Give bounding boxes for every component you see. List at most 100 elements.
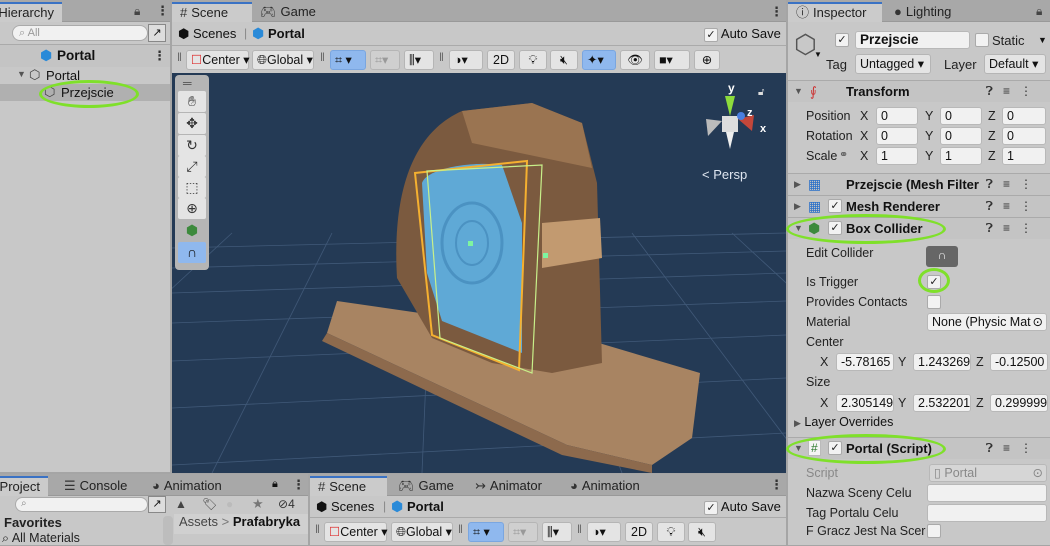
layer-overrides-foldout[interactable]: ▶ Layer Overrides [794, 415, 893, 429]
tab-animation-2[interactable]: ◕ Animation [562, 476, 648, 496]
scene-more-icon[interactable]: ⋮ [153, 48, 166, 64]
static-checkbox[interactable] [975, 33, 989, 47]
project-more-icon[interactable]: ⋮ [292, 477, 305, 493]
provides-contacts-checkbox[interactable] [927, 295, 941, 309]
position-y[interactable]: 0 [940, 107, 982, 125]
increment-snap-button[interactable]: ⌗▾ [508, 522, 538, 542]
shading-mode-dropdown[interactable]: ◑▾ [587, 522, 621, 542]
breadcrumb-portal[interactable]: Portal [268, 26, 305, 41]
auto-save-checkbox[interactable]: ✓ [704, 500, 718, 515]
center-y[interactable]: 1.243269 [913, 353, 971, 371]
auto-save-toggle[interactable]: ✓ Auto Save [704, 499, 781, 515]
hand-tool[interactable]: ✋︎ [178, 91, 206, 112]
rotation-z[interactable]: 0 [1002, 127, 1046, 145]
favorites-star-icon[interactable]: ★ [252, 496, 264, 512]
tab-animator[interactable]: ↣ Animator [467, 476, 550, 496]
ruler-dropdown[interactable]: ⫼▾ [404, 50, 434, 70]
camera-dropdown[interactable]: ■▾ [654, 50, 690, 70]
visibility-toggle[interactable]: 👁︎ [620, 50, 650, 70]
mesh-renderer-header[interactable]: ▶ ▦ ✓ Mesh Renderer ❓︎≡⋮ [788, 195, 1050, 217]
component-actions[interactable]: ❓︎≡⋮ [986, 84, 1042, 99]
global-dropdown[interactable]: 🌐︎Global ▾ [391, 522, 453, 542]
tab-scene-2[interactable]: # Scene [310, 476, 387, 496]
scene-viewport[interactable]: y z x 🔓︎ < Persp [172, 73, 786, 473]
tag-portalu-celu-input[interactable] [927, 504, 1047, 522]
folder-scrollbar[interactable] [163, 516, 173, 545]
rotation-y[interactable]: 0 [940, 127, 982, 145]
breadcrumb-assets[interactable]: Assets [179, 514, 218, 529]
constrain-proportions-icon[interactable]: ⚭ [839, 148, 848, 161]
nazwa-sceny-celu-input[interactable] [927, 484, 1047, 502]
audio-toggle[interactable]: 🔇︎ [688, 522, 716, 542]
scene-header[interactable]: ⬢ Portal ⋮ [0, 45, 170, 67]
hidden-packages-toggle[interactable]: ⊘4 [278, 497, 295, 511]
tab-hierarchy[interactable]: Hierarchy [0, 2, 62, 22]
component-actions[interactable]: ❓︎≡⋮ [986, 221, 1042, 236]
gizmos-toggle[interactable]: ⊕ [694, 50, 720, 70]
rect-tool[interactable]: ⬚ [178, 177, 206, 198]
hierarchy-search-input[interactable]: ⌕ All [12, 25, 148, 41]
gizmo-lock-icon[interactable]: 🔓︎ [758, 87, 764, 98]
tab-game[interactable]: 🎮︎ Game [252, 2, 324, 22]
rotation-x[interactable]: 0 [876, 127, 918, 145]
breadcrumb-scenes[interactable]: Scenes [331, 499, 374, 514]
component-actions[interactable]: ❓︎≡⋮ [986, 441, 1042, 456]
move-tool[interactable]: ✥ [178, 113, 206, 134]
project-search-input[interactable]: ⌕ [15, 497, 148, 512]
breadcrumb-scenes[interactable]: Scenes [193, 26, 236, 41]
breadcrumb-prafabryka[interactable]: Prafabryka [233, 514, 300, 529]
tab-lighting[interactable]: ● Lighting [886, 2, 959, 22]
scale-z[interactable]: 1 [1002, 147, 1046, 165]
projection-toggle[interactable]: < Persp [702, 167, 747, 182]
layer-dropdown[interactable]: Default ▾ [984, 54, 1046, 74]
ruler-dropdown[interactable]: ⫼▾ [542, 522, 572, 542]
component-actions[interactable]: ❓︎≡⋮ [986, 199, 1042, 214]
box-collider-enabled-checkbox[interactable]: ✓ [828, 221, 842, 235]
mesh-filter-header[interactable]: ▶ ▦ Przejscie (Mesh Filter ❓︎≡⋮ [788, 173, 1050, 195]
audio-toggle[interactable]: 🔇︎ [550, 50, 578, 70]
transform-tool[interactable]: ⊕ [178, 198, 206, 219]
tab-console[interactable]: ☰ Console [56, 476, 135, 496]
size-z[interactable]: 0.299999 [990, 394, 1048, 412]
grid-snap-button[interactable]: ⌗ ▾ [330, 50, 366, 70]
is-trigger-checkbox[interactable]: ✓ [927, 275, 941, 289]
object-name-field[interactable]: Przejscie [855, 31, 970, 49]
box-collider-tool[interactable]: ⬢ [178, 220, 206, 241]
tab-inspector[interactable]: ⓘ Inspector [788, 2, 882, 22]
scale-tool[interactable]: ⤢ [178, 156, 206, 177]
expand-arrow-icon[interactable]: ▶ [794, 201, 801, 212]
filter-by-type-icon[interactable]: ▲ [175, 497, 187, 511]
box-collider-header[interactable]: ▼ ⬢ ✓ Box Collider ❓︎≡⋮ [788, 217, 1050, 239]
lighting-toggle[interactable]: 💡︎ [657, 522, 685, 542]
collapse-arrow-icon[interactable]: ▼ [794, 443, 803, 453]
auto-save-checkbox[interactable]: ✓ [704, 27, 718, 42]
tag-dropdown[interactable]: Untagged ▾ [855, 54, 931, 74]
tab-game-2[interactable]: 🎮︎ Game [390, 476, 462, 496]
gracz-checkbox[interactable] [927, 524, 941, 538]
collapse-arrow-icon[interactable]: ▼ [794, 86, 803, 96]
orientation-gizmo[interactable]: y z x 🔓︎ [702, 81, 772, 156]
position-z[interactable]: 0 [1002, 107, 1046, 125]
object-picker-icon[interactable]: ⊙ [1033, 314, 1043, 330]
hierarchy-item-przejscie[interactable]: ⬡ Przejscie [0, 84, 170, 101]
transform-header[interactable]: ▼ ⨚ Transform ❓︎≡⋮ [788, 80, 1050, 102]
increment-snap-button[interactable]: ⌗▾ [370, 50, 400, 70]
more-options-icon[interactable]: ⋮ [156, 3, 169, 19]
project-lock-icon[interactable]: 🔒︎ [272, 478, 278, 491]
grid-snap-button[interactable]: ⌗ ▾ [468, 522, 504, 542]
shading-mode-dropdown[interactable]: ◑▾ [449, 50, 483, 70]
project-expand-button[interactable]: ↗ [148, 496, 166, 513]
object-active-checkbox[interactable]: ✓ [835, 33, 849, 47]
hierarchy-expand-button[interactable]: ↗ [148, 24, 166, 42]
overlay-grip[interactable]: ═ [183, 76, 192, 90]
mesh-renderer-enabled-checkbox[interactable]: ✓ [828, 199, 842, 213]
component-actions[interactable]: ❓︎≡⋮ [986, 177, 1042, 192]
auto-save-toggle[interactable]: ✓ Auto Save [704, 26, 781, 42]
collapse-arrow-icon[interactable]: ▼ [794, 223, 803, 233]
2d-mode-button[interactable]: 2D [487, 50, 515, 70]
global-dropdown[interactable]: 🌐︎Global ▾ [252, 50, 314, 70]
scale-x[interactable]: 1 [876, 147, 918, 165]
center-z[interactable]: -0.12500 [990, 353, 1048, 371]
hierarchy-item-portal[interactable]: ▼ ⬡ Portal [0, 67, 170, 84]
tab-scene[interactable]: # Scene [172, 2, 252, 22]
